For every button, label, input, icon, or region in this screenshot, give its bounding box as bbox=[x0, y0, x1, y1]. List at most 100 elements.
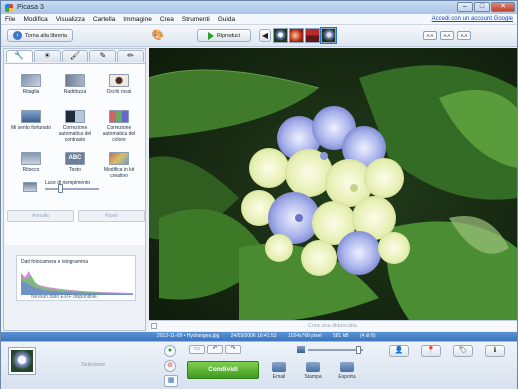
tray-edit-icon[interactable]: ▭ bbox=[189, 345, 205, 354]
straighten-icon bbox=[65, 74, 85, 87]
view-size-small-button[interactable]: A A bbox=[423, 31, 437, 40]
picasa-window: Picasa 3 – □ ✕ File Modifica Visualizza … bbox=[0, 0, 518, 389]
email-button[interactable]: Email bbox=[267, 362, 291, 380]
filmstrip-thumb[interactable] bbox=[289, 28, 304, 43]
creative-kit-icon bbox=[109, 152, 129, 165]
retouch-icon bbox=[21, 152, 41, 165]
filmstrip-thumb[interactable] bbox=[305, 28, 320, 43]
status-filesize: 581 kB bbox=[332, 333, 349, 339]
edit-tabs: 🔧 ☀ 🖌 ✎ ✏ bbox=[6, 50, 144, 62]
view-size-large-button[interactable]: A A bbox=[457, 31, 471, 40]
fill-light-slider-knob[interactable] bbox=[58, 184, 64, 193]
redo-button[interactable]: Ripeti bbox=[78, 210, 145, 222]
basic-fixes-tools: Ritaglia Raddrizza Occhi rossi Mi sento … bbox=[5, 63, 145, 245]
wrench-icon[interactable]: 🔧 bbox=[6, 50, 33, 62]
creative-kit-tool[interactable]: Modifica in kit creativo bbox=[97, 152, 141, 179]
zoom-control bbox=[297, 346, 367, 354]
straighten-tool[interactable]: Raddrizza bbox=[53, 74, 97, 95]
main-photo[interactable] bbox=[149, 48, 517, 320]
picasa-logo-icon bbox=[5, 3, 13, 12]
photo-tray: Selezione ● ⊘ ▦ ▭ ↶ ↷ Condividi Email St… bbox=[1, 341, 517, 389]
google-signin-link[interactable]: Accedi con un account Google bbox=[432, 16, 513, 22]
auto-contrast-tool[interactable]: Correzione automatica del contrasto bbox=[53, 110, 97, 143]
tray-actions: Email Stampa Esporta bbox=[267, 362, 359, 380]
arrow-left-icon: ‹ bbox=[13, 31, 23, 40]
slideshow-play-button[interactable]: Riproduci bbox=[197, 29, 251, 42]
red-eye-tool[interactable]: Occhi rossi bbox=[97, 74, 141, 95]
tray-hold-buttons: ● ⊘ ▦ bbox=[164, 345, 178, 387]
maximize-button[interactable]: □ bbox=[474, 2, 490, 12]
print-button[interactable]: Stampa bbox=[301, 362, 325, 380]
title-bar: Picasa 3 – □ ✕ bbox=[1, 1, 517, 14]
crop-tool[interactable]: Ritaglia bbox=[9, 74, 53, 95]
fill-light-icon bbox=[23, 182, 37, 192]
pencil-icon[interactable]: ✏ bbox=[117, 50, 144, 62]
caption-checkbox[interactable] bbox=[151, 323, 157, 329]
retouch-tool[interactable]: Ritocco bbox=[9, 152, 53, 173]
minimize-button[interactable]: – bbox=[457, 2, 473, 12]
hold-pin-icon[interactable]: ● bbox=[164, 345, 176, 357]
rotate-right-icon[interactable]: ↷ bbox=[225, 345, 241, 354]
view-size-medium-button[interactable]: A A bbox=[440, 31, 454, 40]
auto-color-icon bbox=[109, 110, 129, 123]
view-size-buttons: A A A A A A bbox=[423, 31, 471, 40]
pen-icon[interactable]: ✎ bbox=[89, 50, 117, 62]
menu-crea[interactable]: Crea bbox=[160, 16, 174, 23]
status-position: (4 di 8) bbox=[359, 333, 376, 339]
lucky-icon bbox=[21, 110, 41, 123]
fill-light-label: Luce di riempimento bbox=[45, 180, 91, 186]
share-button[interactable]: Condividi bbox=[187, 361, 259, 379]
tray-thumbnail[interactable] bbox=[9, 348, 35, 374]
palette-icon[interactable]: 🎨 bbox=[151, 28, 165, 42]
person-icon[interactable]: 👤 bbox=[389, 345, 409, 357]
text-tool[interactable]: ABC Testo bbox=[53, 152, 97, 173]
menu-strumenti[interactable]: Strumenti bbox=[182, 16, 210, 23]
undo-redo-row: Annulla Ripeti bbox=[7, 210, 145, 222]
export-button[interactable]: Esporta bbox=[335, 362, 359, 380]
fill-light-slider[interactable] bbox=[45, 188, 99, 190]
auto-contrast-icon bbox=[65, 110, 85, 123]
tag-icon[interactable]: 🏷 bbox=[453, 345, 473, 357]
info-icon[interactable]: ℹ bbox=[485, 345, 505, 357]
caption-field[interactable]: Crea una didascalia. bbox=[149, 320, 517, 331]
previous-photo-button[interactable]: ◀ bbox=[259, 29, 271, 42]
menu-visualizza[interactable]: Visualizza bbox=[56, 16, 85, 23]
edit-panel: 🔧 ☀ 🖌 ✎ ✏ Ritaglia Raddrizza Occhi rossi… bbox=[3, 48, 146, 331]
zoom-slider-knob[interactable] bbox=[355, 346, 361, 354]
tray-edit-tools: ▭ ↶ ↷ bbox=[189, 345, 241, 354]
crop-icon bbox=[21, 74, 41, 87]
status-dimensions: 1024x768 pixel bbox=[287, 333, 322, 339]
filmstrip-thumb-selected[interactable] bbox=[320, 27, 337, 44]
menu-immagine[interactable]: Immagine bbox=[123, 16, 152, 23]
auto-color-tool[interactable]: Correzione automatica del colore bbox=[97, 110, 141, 143]
status-date: 24/03/2006 16:41:53 bbox=[230, 333, 277, 339]
status-bar: 2012-11-09 • Hydrangea.jpg 24/03/2006 16… bbox=[1, 332, 517, 341]
text-icon: ABC bbox=[65, 152, 85, 165]
menu-bar: File Modifica Visualizza Cartella Immagi… bbox=[1, 14, 517, 25]
selection-label: Selezione bbox=[81, 362, 106, 368]
menu-modifica[interactable]: Modifica bbox=[23, 16, 47, 23]
rotate-left-icon[interactable]: ↶ bbox=[207, 345, 223, 354]
zoom-icon bbox=[297, 346, 305, 353]
menu-cartella[interactable]: Cartella bbox=[93, 16, 115, 23]
add-to-album-icon[interactable]: ▦ bbox=[164, 375, 178, 387]
brush-icon[interactable]: 🖌 bbox=[61, 50, 89, 62]
red-eye-icon bbox=[109, 74, 129, 87]
print-icon bbox=[306, 362, 320, 372]
clear-tray-icon[interactable]: ⊘ bbox=[164, 360, 176, 372]
map-pin-icon[interactable]: 📍 bbox=[421, 345, 441, 357]
undo-button[interactable]: Annulla bbox=[7, 210, 74, 222]
back-to-library-label: Torna alla libreria bbox=[25, 32, 67, 39]
back-to-library-button[interactable]: ‹ Torna alla libreria bbox=[7, 29, 73, 42]
menu-guida[interactable]: Guida bbox=[218, 16, 235, 23]
camera-info-panel: Dati fotocamera e istogramma Nessun dato… bbox=[16, 255, 136, 301]
lucky-tool[interactable]: Mi sento fortunato bbox=[9, 110, 53, 131]
camera-info-title: Dati fotocamera e istogramma bbox=[21, 259, 88, 265]
window-controls: – □ ✕ bbox=[457, 2, 515, 12]
caption-placeholder: Crea una didascalia. bbox=[307, 323, 359, 329]
close-button[interactable]: ✕ bbox=[491, 2, 515, 12]
sun-icon[interactable]: ☀ bbox=[33, 50, 61, 62]
menu-file[interactable]: File bbox=[5, 16, 15, 23]
filmstrip-thumb[interactable] bbox=[273, 28, 288, 43]
histogram bbox=[21, 271, 133, 295]
